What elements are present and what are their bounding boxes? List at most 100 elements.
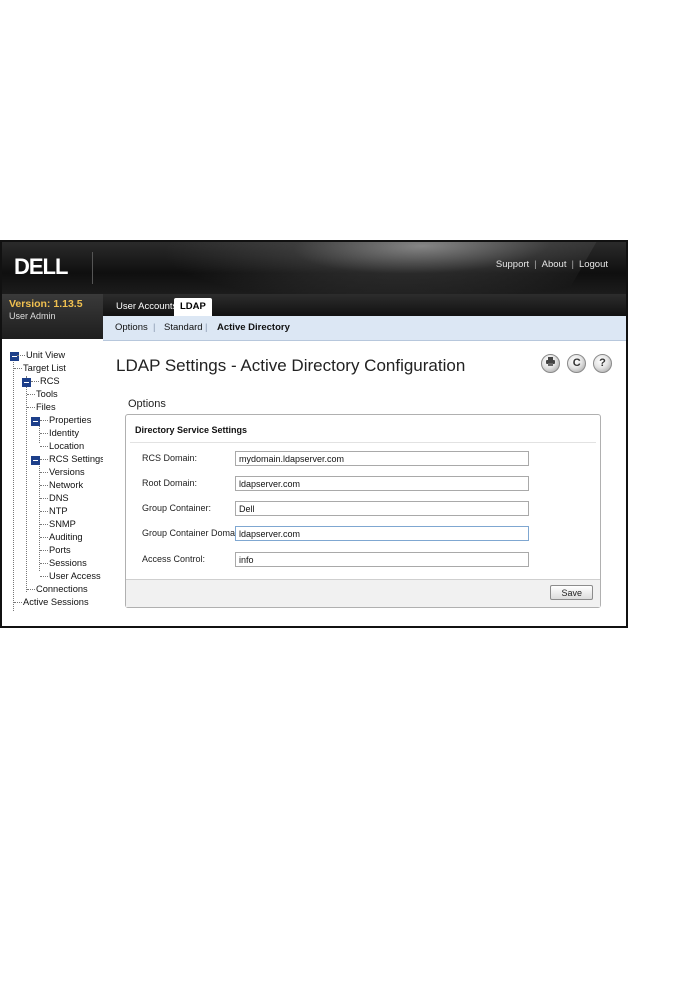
fieldset-divider	[130, 442, 596, 443]
tree-item-identity[interactable]: Identity	[40, 427, 79, 440]
tree-connector	[27, 407, 35, 409]
tree-item-target-list[interactable]: Target List	[14, 362, 66, 375]
group-container-label: Group Container:	[142, 503, 212, 513]
tree-connector	[40, 550, 48, 552]
collapse-toggle-icon[interactable]	[31, 456, 40, 465]
tree-connector	[40, 576, 48, 578]
tree-item-network[interactable]: Network	[40, 479, 83, 492]
tab-bar: User Accounts LDAP	[103, 294, 626, 316]
support-link[interactable]: Support	[496, 259, 529, 270]
tree-item-connections[interactable]: Connections	[27, 583, 88, 596]
root-domain-input[interactable]	[235, 476, 529, 491]
about-link[interactable]: About	[542, 259, 567, 270]
collapse-toggle-icon[interactable]	[22, 378, 31, 387]
tree-connector	[17, 355, 25, 357]
user-role-label: User Admin	[9, 311, 56, 321]
tab-ldap[interactable]: LDAP	[174, 298, 212, 316]
help-icon[interactable]: ?	[593, 354, 612, 373]
version-box: Version: 1.13.5 User Admin	[2, 294, 103, 339]
tree-item-label: NTP	[49, 506, 68, 516]
tree-item-rcs[interactable]: RCS	[31, 375, 60, 388]
tree-item-label: Sessions	[49, 558, 87, 568]
dell-logo: DELL	[14, 254, 68, 279]
print-icon-glyph	[546, 357, 556, 366]
panel-footer: Save	[126, 579, 600, 607]
subnav-active-directory[interactable]: Active Directory	[217, 322, 290, 333]
tree-item-label: SNMP	[49, 519, 76, 529]
tree-item-versions[interactable]: Versions	[40, 466, 85, 479]
tree-connector	[40, 433, 48, 435]
tree-item-dns[interactable]: DNS	[40, 492, 69, 505]
page-title: LDAP Settings - Active Directory Configu…	[116, 356, 466, 375]
tree-item-rcs-settings[interactable]: RCS Settings	[40, 453, 105, 466]
tree-item-user-access[interactable]: User Access	[40, 570, 101, 583]
tree-item-ntp[interactable]: NTP	[40, 505, 68, 518]
subnav-options[interactable]: Options	[115, 322, 148, 333]
tree-item-unit-view[interactable]: Unit View	[17, 349, 65, 362]
tree-item-label: Identity	[49, 428, 79, 438]
tree-connector	[40, 511, 48, 513]
tree-connector	[27, 589, 35, 591]
access-control-label: Access Control:	[142, 554, 206, 564]
tree-item-ports[interactable]: Ports	[40, 544, 71, 557]
app-window: DELL Support | About | Logout Version: 1.13.…	[0, 240, 628, 628]
tree-connector	[14, 368, 22, 370]
tree-connector	[40, 472, 48, 474]
tree-item-properties[interactable]: Properties	[40, 414, 91, 427]
tree-connector	[40, 446, 48, 448]
access-control-input[interactable]	[235, 552, 529, 567]
save-button[interactable]: Save	[550, 585, 593, 600]
tree-connector	[31, 381, 39, 383]
rcs-domain-input[interactable]	[235, 451, 529, 466]
tree-item-label: Properties	[49, 415, 92, 425]
tree-item-label: RCS	[40, 376, 60, 386]
tree-connector	[27, 394, 35, 396]
group-container-domain-label: Group Container Domain:	[142, 528, 245, 538]
root-domain-label: Root Domain:	[142, 478, 198, 488]
tree-connector	[40, 524, 48, 526]
section-title: Options	[128, 398, 166, 410]
group-container-input[interactable]	[235, 501, 529, 516]
version-label: Version: 1.13.5	[9, 298, 83, 310]
logo-divider	[92, 252, 93, 284]
print-icon[interactable]	[541, 354, 561, 373]
subnav-separator: |	[205, 322, 208, 333]
tree-item-label: Versions	[49, 467, 85, 477]
tab-user-accounts[interactable]: User Accounts	[110, 298, 183, 316]
subnav-standard[interactable]: Standard	[164, 322, 203, 333]
refresh-icon[interactable]: C	[567, 354, 587, 373]
left-panel: Version: 1.13.5 User Admin Unit View Tar…	[2, 294, 105, 626]
tree-item-sessions[interactable]: Sessions	[40, 557, 87, 570]
tree-item-label: Auditing	[49, 532, 83, 542]
tree-item-label: DNS	[49, 493, 69, 503]
tree-item-snmp[interactable]: SNMP	[40, 518, 76, 531]
tree-item-label: Location	[49, 441, 85, 451]
tree-item-label: Files	[36, 402, 56, 412]
tree-connector	[40, 537, 48, 539]
link-separator: |	[534, 259, 537, 270]
tree-connector	[40, 459, 48, 461]
tree-guide-line	[13, 356, 14, 611]
link-separator: |	[571, 259, 574, 270]
logout-link[interactable]: Logout	[579, 259, 608, 270]
tree-connector	[40, 498, 48, 500]
tree-item-auditing[interactable]: Auditing	[40, 531, 83, 544]
collapse-toggle-icon[interactable]	[31, 417, 40, 426]
sub-navigation: Options | Standard | Active Directory	[103, 316, 626, 341]
tree-item-label: Network	[49, 480, 84, 490]
tree-item-label: Ports	[49, 545, 71, 555]
tree-connector	[40, 485, 48, 487]
tree-connector	[40, 563, 48, 565]
rcs-domain-label: RCS Domain:	[142, 453, 198, 463]
directory-service-settings-panel: Directory Service Settings RCS Domain: R…	[125, 414, 601, 608]
tree-item-files[interactable]: Files	[27, 401, 56, 414]
group-container-domain-input[interactable]	[235, 526, 529, 541]
tree-item-location[interactable]: Location	[40, 440, 84, 453]
tree-item-label: Unit View	[26, 350, 66, 360]
tree-item-label: Tools	[36, 389, 58, 399]
tree-item-active-sessions[interactable]: Active Sessions	[14, 596, 89, 609]
tree-item-tools[interactable]: Tools	[27, 388, 58, 401]
page-actions: C ?	[537, 354, 612, 373]
subnav-separator: |	[153, 322, 156, 333]
header-bar: DELL Support | About | Logout	[2, 242, 626, 294]
